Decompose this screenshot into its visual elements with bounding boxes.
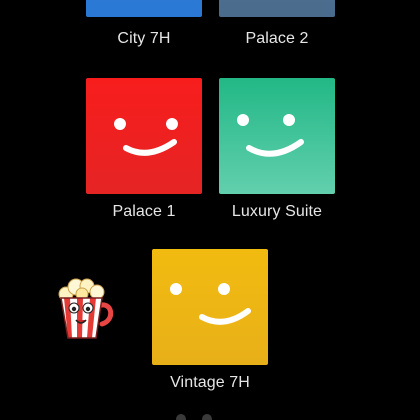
profile-picker-screen: City 7H Palace 2 Palace 1 Luxury Suite V… [0, 0, 420, 420]
profile-name: Vintage 7H [170, 374, 250, 391]
page-indicator [0, 414, 420, 420]
profile-palace-1[interactable]: Palace 1 [86, 78, 202, 220]
smiley-face-icon [152, 249, 268, 365]
page-dot [202, 414, 212, 420]
profile-name: Luxury Suite [231, 203, 323, 220]
popcorn-sticker-icon [52, 276, 120, 342]
smiley-face-icon [219, 78, 335, 194]
profile-palace-2[interactable]: Palace 2 [219, 0, 335, 47]
profile-luxury-suite[interactable]: Luxury Suite [219, 78, 335, 220]
profile-avatar[interactable] [86, 0, 202, 17]
smiley-face-icon [219, 0, 335, 17]
profile-avatar[interactable] [86, 78, 202, 194]
profile-avatar[interactable] [219, 0, 335, 17]
profile-avatar[interactable] [152, 249, 268, 365]
smiley-face-icon [86, 0, 202, 17]
profile-avatar[interactable] [219, 78, 335, 194]
profile-name: Palace 2 [245, 30, 309, 47]
page-dot [176, 414, 186, 420]
smiley-face-icon [86, 78, 202, 194]
profile-city-7h[interactable]: City 7H [86, 0, 202, 47]
profile-vintage-7h[interactable]: Vintage 7H [152, 249, 268, 391]
